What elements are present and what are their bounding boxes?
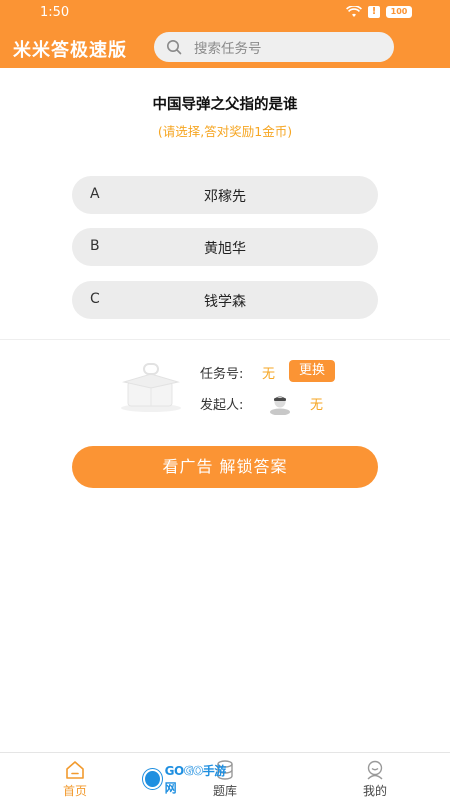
box-illustration bbox=[121, 363, 181, 412]
app-header: 1:50 ! 100 米米答极速版 搜索任务号 bbox=[0, 0, 450, 68]
initiator-value: 无 bbox=[310, 398, 324, 413]
watermark-logo: GOGO手游网 bbox=[143, 764, 231, 795]
nav-home[interactable]: 首页 bbox=[35, 753, 115, 800]
watermark-text-b: GO bbox=[183, 764, 203, 779]
avatar bbox=[270, 396, 290, 415]
status-bar: 1:50 ! 100 bbox=[0, 0, 450, 26]
watermark-text-a: GO bbox=[164, 764, 185, 778]
watermark-icon bbox=[143, 769, 162, 789]
search-input[interactable]: 搜索任务号 bbox=[154, 32, 394, 62]
section-divider bbox=[0, 339, 450, 340]
nav-home-label: 首页 bbox=[62, 784, 87, 798]
search-icon bbox=[167, 40, 182, 55]
option-text: 邓稼先 bbox=[204, 189, 246, 205]
option-letter: C bbox=[90, 291, 100, 307]
option-letter: A bbox=[90, 186, 100, 202]
option-c[interactable]: 钱学森 C bbox=[72, 281, 378, 319]
option-a[interactable]: 邓稼先 A bbox=[72, 176, 378, 214]
option-letter: B bbox=[90, 238, 100, 254]
unlock-answer-button[interactable]: 看广告 解锁答案 bbox=[72, 446, 378, 488]
watermark-text: GOGO手游网 bbox=[165, 762, 231, 796]
search-placeholder: 搜索任务号 bbox=[194, 41, 262, 57]
question-hint: (请选择,答对奖励1金币) bbox=[157, 124, 293, 139]
question-title: 中国导弹之父指的是谁 bbox=[152, 97, 298, 113]
option-text: 钱学森 bbox=[204, 294, 246, 310]
battery-icon: 100 bbox=[386, 6, 412, 18]
swap-button[interactable]: 更换 bbox=[289, 360, 335, 382]
option-b[interactable]: 黄旭华 B bbox=[72, 228, 378, 266]
nav-profile[interactable]: 我的 bbox=[335, 753, 415, 800]
initiator-label: 发起人: bbox=[200, 398, 244, 413]
profile-icon bbox=[367, 760, 383, 780]
home-icon bbox=[66, 761, 84, 779]
nav-profile-label: 我的 bbox=[362, 784, 387, 798]
wifi-icon bbox=[346, 6, 362, 17]
task-number-value: 无 bbox=[262, 367, 276, 382]
status-icons: ! 100 bbox=[346, 6, 412, 18]
app-title: 米米答极速版 bbox=[13, 40, 127, 61]
option-text: 黄旭华 bbox=[204, 241, 246, 257]
task-number-label: 任务号: bbox=[200, 367, 244, 382]
status-time: 1:50 bbox=[40, 5, 70, 20]
alert-icon: ! bbox=[368, 6, 380, 18]
